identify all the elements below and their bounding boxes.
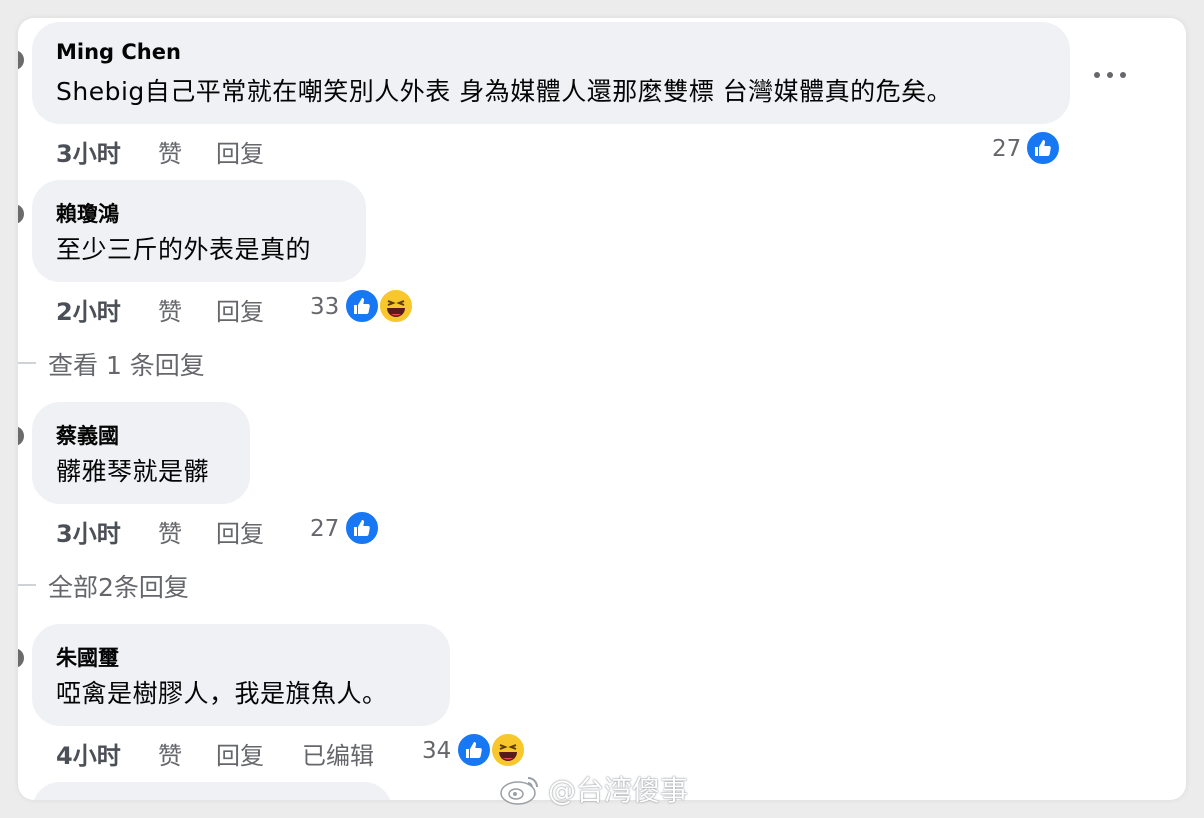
comment-text: 啞禽是樹膠人，我是旗魚人。 bbox=[56, 679, 388, 708]
comments-panel: Ming Chen Shebig自己平常就在嘲笑別人外表 身為媒體人還那麼雙標 … bbox=[18, 18, 1186, 800]
comment-author[interactable]: 賴瓊鴻 bbox=[56, 198, 119, 228]
weibo-logo-icon bbox=[500, 777, 538, 805]
thread-connector bbox=[18, 362, 36, 364]
like-icon bbox=[1025, 130, 1061, 166]
avatar[interactable] bbox=[18, 204, 24, 224]
comment-bubble bbox=[32, 782, 392, 800]
watermark: @台湾傻事 bbox=[498, 770, 688, 808]
like-icon bbox=[344, 510, 380, 546]
view-replies-link[interactable]: 全部2条回复 bbox=[48, 568, 189, 604]
reply-button[interactable]: 回复 bbox=[216, 292, 264, 327]
comment-timestamp[interactable]: 4小时 bbox=[56, 736, 121, 771]
reaction-count[interactable]: 27 bbox=[992, 136, 1021, 162]
thread-connector bbox=[18, 584, 36, 586]
like-button[interactable]: 赞 bbox=[158, 134, 182, 169]
like-button[interactable]: 赞 bbox=[158, 736, 182, 771]
comment-bubble: 蔡義國 髒雅琴就是髒 bbox=[32, 402, 250, 504]
avatar[interactable] bbox=[18, 426, 24, 446]
view-replies-link[interactable]: 查看 1 条回复 bbox=[48, 346, 205, 382]
haha-icon bbox=[378, 288, 414, 324]
comment-author[interactable]: 朱國璽 bbox=[56, 642, 119, 672]
reply-button[interactable]: 回复 bbox=[216, 736, 264, 771]
comment-text: 至少三斤的外表是真的 bbox=[56, 235, 312, 264]
comment-timestamp[interactable]: 3小时 bbox=[56, 134, 121, 169]
comment-author[interactable]: 蔡義國 bbox=[56, 420, 119, 450]
more-options-icon[interactable] bbox=[1094, 70, 1126, 80]
like-button[interactable]: 赞 bbox=[158, 292, 182, 327]
comment-text: Shebig自己平常就在嘲笑別人外表 身為媒體人還那麼雙標 台灣媒體真的危矣。 bbox=[56, 77, 953, 106]
like-icon bbox=[456, 732, 492, 768]
like-icon bbox=[344, 288, 380, 324]
edited-label: 已编辑 bbox=[302, 742, 374, 770]
comment-text: 髒雅琴就是髒 bbox=[56, 457, 210, 486]
avatar[interactable] bbox=[18, 50, 24, 70]
reaction-count[interactable]: 34 bbox=[422, 738, 451, 764]
comment-bubble: Ming Chen Shebig自己平常就在嘲笑別人外表 身為媒體人還那麼雙標 … bbox=[32, 22, 1070, 124]
avatar[interactable] bbox=[18, 648, 24, 668]
comment-author[interactable]: Ming Chen bbox=[56, 40, 181, 64]
comment-bubble: 朱國璽 啞禽是樹膠人，我是旗魚人。 bbox=[32, 624, 450, 726]
watermark-text: @台湾傻事 bbox=[548, 774, 689, 807]
reply-button[interactable]: 回复 bbox=[216, 134, 264, 169]
comment-timestamp[interactable]: 2小时 bbox=[56, 292, 121, 327]
comment-timestamp[interactable]: 3小时 bbox=[56, 514, 121, 549]
reply-button[interactable]: 回复 bbox=[216, 514, 264, 549]
like-button[interactable]: 赞 bbox=[158, 514, 182, 549]
reaction-count[interactable]: 27 bbox=[310, 516, 339, 542]
haha-icon bbox=[490, 732, 526, 768]
comment-bubble: 賴瓊鴻 至少三斤的外表是真的 bbox=[32, 180, 366, 282]
reaction-count[interactable]: 33 bbox=[310, 294, 339, 320]
